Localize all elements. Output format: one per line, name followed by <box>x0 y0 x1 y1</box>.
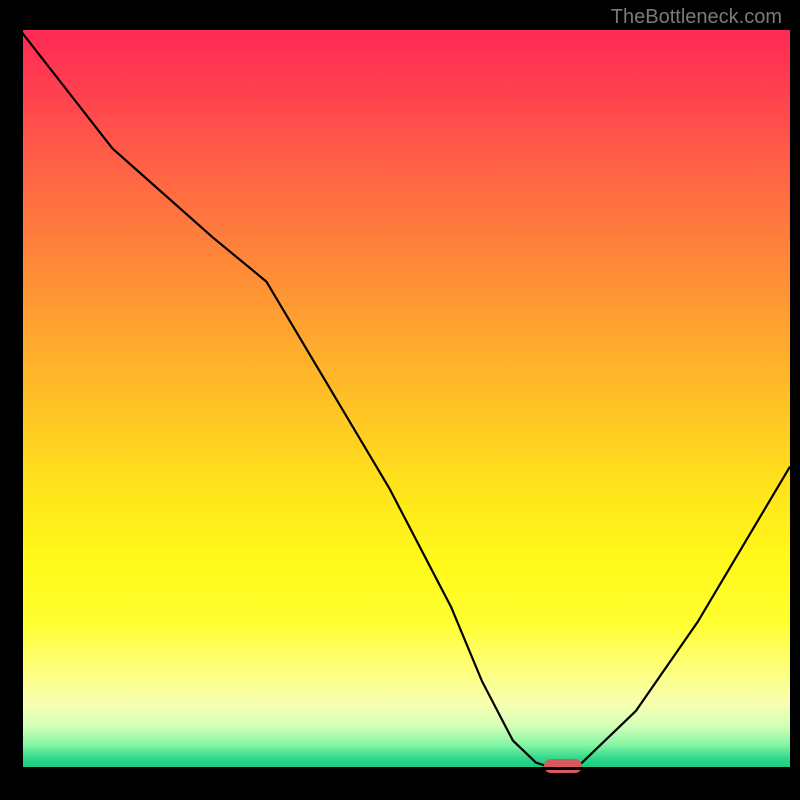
plot-area <box>20 30 790 770</box>
watermark-text: TheBottleneck.com <box>611 6 782 29</box>
x-axis <box>20 767 790 770</box>
y-axis <box>20 30 23 770</box>
bottleneck-curve <box>20 30 790 770</box>
chart-container: TheBottleneck.com <box>0 0 800 800</box>
